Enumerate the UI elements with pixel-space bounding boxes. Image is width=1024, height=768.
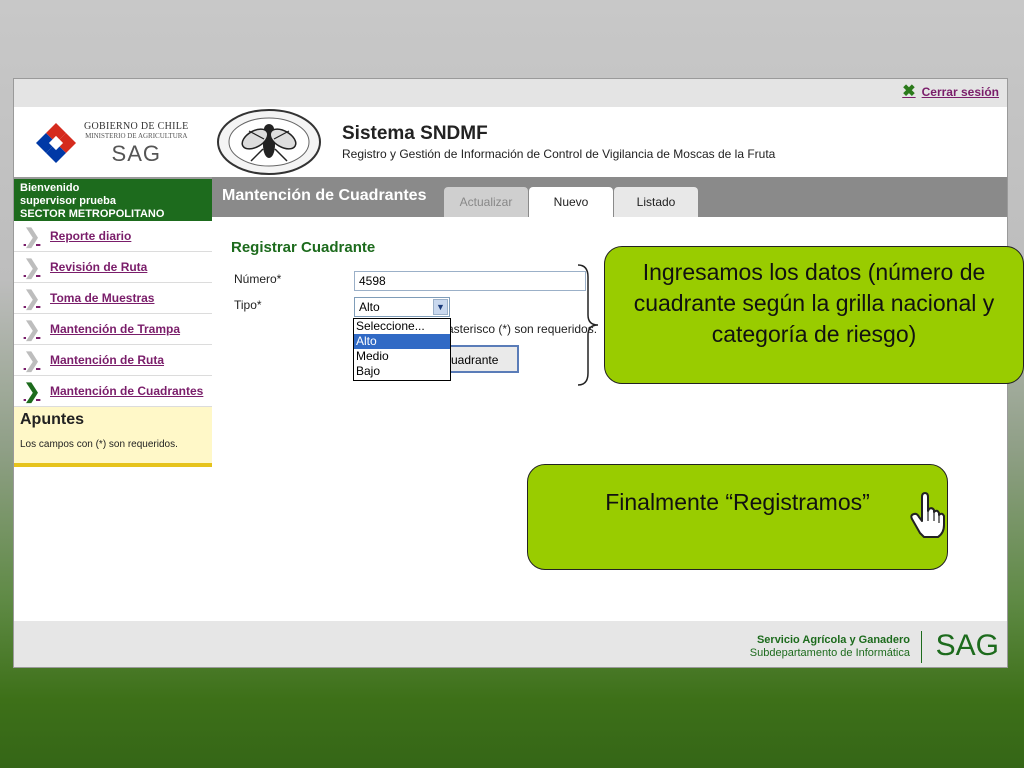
system-title: Sistema SNDMF — [342, 123, 488, 144]
notes-title: Apuntes — [20, 411, 84, 428]
content-header: Mantención de Cuadrantes Actualizar Nuev… — [212, 177, 1007, 217]
chevron-right-icon: ❯ — [23, 349, 41, 372]
footer-divider — [921, 631, 922, 663]
tipo-dropdown-list: Seleccione... Alto Medio Bajo — [353, 318, 451, 381]
chevron-right-icon: ❯ — [23, 318, 41, 341]
top-bar: ✖ Cerrar sesión — [14, 79, 1007, 107]
gobierno-line1: GOBIERNO DE CHILE — [84, 121, 189, 132]
close-icon: ✖ — [902, 83, 916, 100]
footer-sag-logo: SAG — [935, 629, 999, 662]
welcome-line1: Bienvenido — [20, 182, 80, 194]
sidebar-item-label: Revisión de Ruta — [50, 260, 148, 274]
gobierno-line2: MINISTERIO DE AGRICULTURA — [85, 132, 188, 140]
sidebar-item-label: Toma de Muestras — [50, 291, 155, 305]
chevron-down-icon[interactable]: ▼ — [433, 299, 448, 315]
sidebar-item-label: Mantención de Trampa — [50, 322, 181, 336]
notes-text: Los campos con (*) son requeridos. — [20, 439, 178, 450]
sidebar-item-mantencion-cuadrantes[interactable]: ❯ Mantención de Cuadrantes — [14, 376, 212, 407]
tab-actualizar[interactable]: Actualizar — [444, 187, 528, 217]
sidebar-item-toma-muestras[interactable]: ❯ Toma de Muestras — [14, 283, 212, 314]
gobierno-text: GOBIERNO DE CHILE MINISTERIO DE AGRICULT… — [84, 121, 189, 167]
content-title: Mantención de Cuadrantes — [222, 187, 427, 204]
footer-line2: Subdepartamento de Informática — [749, 647, 910, 659]
chevron-right-icon: ❯ — [23, 380, 41, 403]
sidebar-item-mantencion-ruta[interactable]: ❯ Mantención de Ruta — [14, 345, 212, 376]
tipo-label: Tipo* — [234, 298, 262, 312]
sidebar-item-reporte-diario[interactable]: ❯ Reporte diario — [14, 221, 212, 252]
welcome-user: supervisor prueba — [20, 195, 116, 207]
welcome-box: Bienvenido supervisor prueba SECTOR METR… — [14, 179, 212, 221]
sag-logo-text: SAG — [111, 141, 161, 166]
sidebar: Bienvenido supervisor prueba SECTOR METR… — [14, 179, 212, 667]
tipo-option-selected[interactable]: Alto — [354, 334, 450, 349]
chevron-right-icon: ❯ — [23, 225, 41, 248]
numero-label: Número* — [234, 272, 282, 286]
sidebar-item-label: Mantención de Cuadrantes — [50, 384, 204, 398]
tipo-option[interactable]: Seleccione... — [354, 319, 450, 334]
sidebar-item-mantencion-trampa[interactable]: ❯ Mantención de Trampa — [14, 314, 212, 345]
chevron-right-icon: ❯ — [23, 287, 41, 310]
tipo-option[interactable]: Medio — [354, 349, 450, 364]
tipo-select[interactable]: Alto ▼ — [354, 297, 450, 317]
registrar-cuadrante-button[interactable]: uadrante — [447, 345, 519, 373]
sidebar-item-label: Reporte diario — [50, 229, 132, 243]
sidebar-item-revision-ruta[interactable]: ❯ Revisión de Ruta — [14, 252, 212, 283]
tab-nuevo[interactable]: Nuevo — [529, 187, 613, 217]
logout-link[interactable]: ✖ Cerrar sesión — [902, 83, 999, 100]
fruit-fly-icon — [217, 109, 321, 175]
tab-listado[interactable]: Listado — [614, 187, 698, 217]
numero-input[interactable]: 4598 — [354, 271, 586, 291]
notes-panel: Apuntes Los campos con (*) son requerido… — [14, 407, 212, 467]
system-subtitle: Registro y Gestión de Información de Con… — [342, 147, 776, 161]
footer: Servicio Agrícola y Ganadero Subdepartam… — [14, 621, 1007, 667]
welcome-sector: SECTOR METROPOLITANO — [20, 208, 165, 220]
header: GOBIERNO DE CHILE MINISTERIO DE AGRICULT… — [14, 107, 1007, 179]
tipo-selected-value: Alto — [359, 300, 380, 314]
sidebar-item-label: Mantención de Ruta — [50, 353, 165, 367]
callout-datos: Ingresamos los datos (número de cuadrant… — [604, 246, 1024, 384]
chevron-right-icon: ❯ — [23, 256, 41, 279]
logout-label: Cerrar sesión — [921, 85, 999, 99]
gobierno-logo: GOBIERNO DE CHILE MINISTERIO DE AGRICULT… — [34, 117, 194, 167]
gobierno-emblem-icon — [36, 123, 76, 163]
tipo-option[interactable]: Bajo — [354, 364, 450, 379]
required-note: asterisco (*) son requeridos. — [447, 322, 598, 336]
pointing-hand-icon — [910, 492, 945, 538]
footer-line1: Servicio Agrícola y Ganadero — [756, 634, 910, 646]
moscas-logo — [217, 109, 321, 175]
callout-registramos: Finalmente “Registramos” — [527, 464, 948, 570]
form-title: Registrar Cuadrante — [231, 239, 376, 256]
